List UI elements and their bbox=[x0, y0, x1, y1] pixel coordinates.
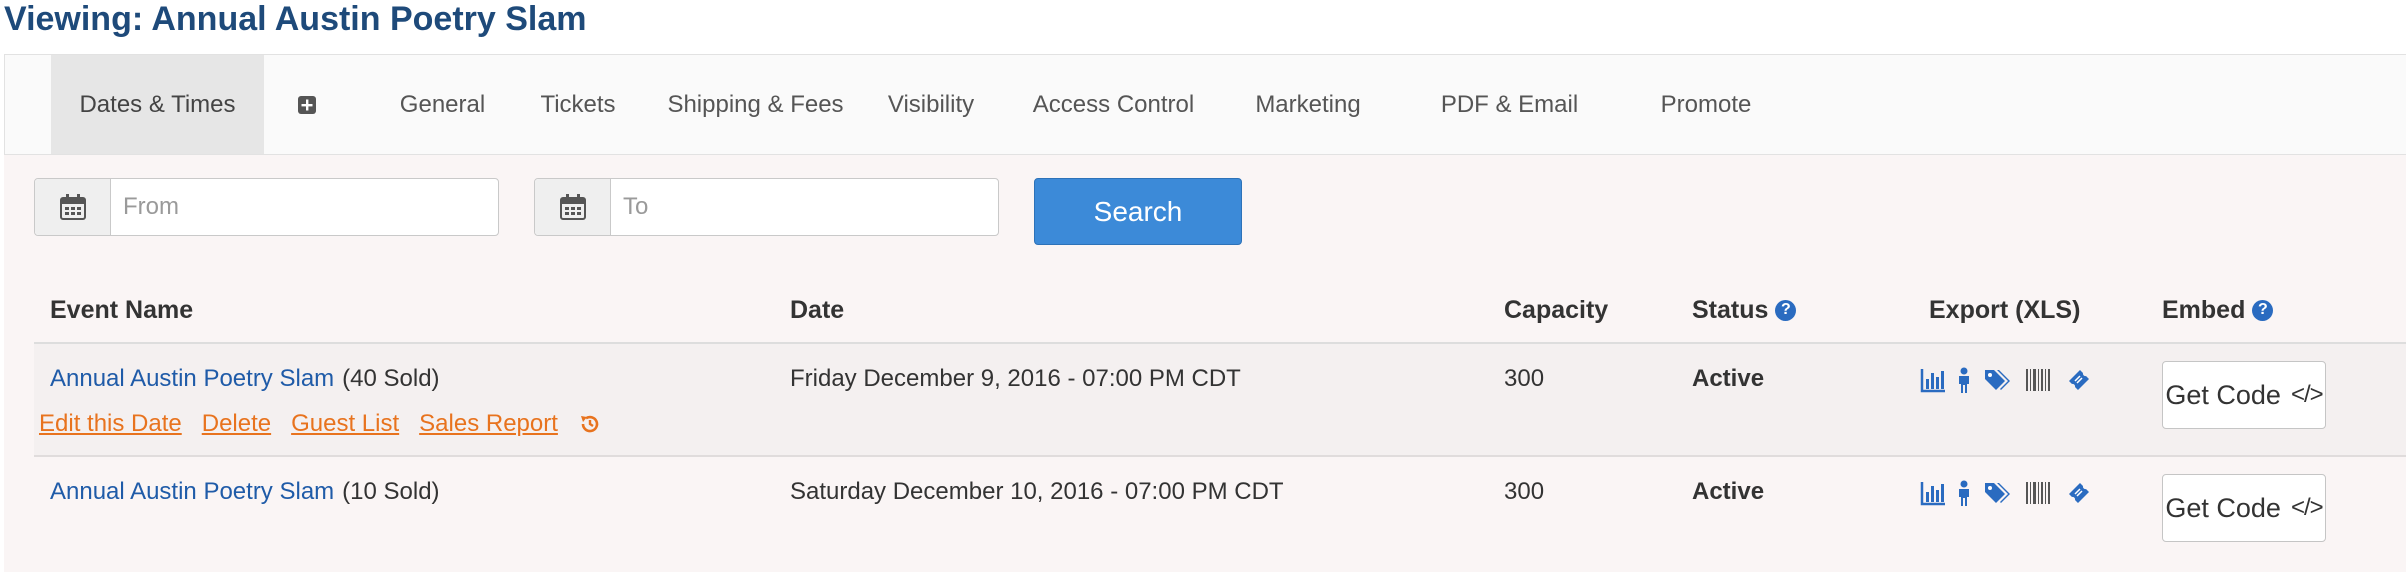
export-icons bbox=[1920, 478, 2092, 508]
sold-count: (40 Sold) bbox=[342, 365, 440, 392]
status-badge: Active bbox=[1692, 478, 1765, 505]
event-name-cell: Annual Austin Poetry Slam (10 Sold) bbox=[50, 476, 440, 508]
export-icons bbox=[1920, 365, 2092, 395]
to-date-input[interactable] bbox=[611, 179, 998, 235]
column-header-status: Status ? bbox=[1692, 292, 1797, 328]
edit-date-link[interactable]: Edit this Date bbox=[39, 408, 182, 440]
embed-help-icon[interactable]: ? bbox=[2252, 299, 2274, 321]
tab-bar-spacer bbox=[5, 55, 51, 154]
date-cell: Friday December 9, 2016 - 07:00 PM CDT bbox=[790, 365, 1241, 392]
tab-marketing[interactable]: Marketing bbox=[1255, 55, 1361, 154]
tab-promote[interactable]: Promote bbox=[1658, 55, 1754, 154]
tab-general[interactable]: General bbox=[350, 55, 535, 154]
table-row bbox=[34, 457, 2406, 572]
search-button[interactable]: Search bbox=[1034, 178, 1242, 245]
get-code-label: Get Code bbox=[2165, 492, 2281, 523]
delete-link[interactable]: Delete bbox=[202, 408, 271, 440]
column-header-export: Export (XLS) bbox=[1929, 296, 2081, 324]
column-header-capacity: Capacity bbox=[1504, 296, 1609, 324]
event-name-link[interactable]: Annual Austin Poetry Slam bbox=[50, 478, 334, 505]
to-calendar-button[interactable] bbox=[535, 179, 611, 235]
tab-tickets[interactable]: Tickets bbox=[535, 55, 621, 154]
code-icon: </> bbox=[2290, 494, 2324, 521]
row-action-links: Edit this Date Delete Guest List Sales R… bbox=[39, 408, 602, 440]
tab-add-date[interactable] bbox=[264, 55, 350, 154]
person-icon[interactable] bbox=[1955, 367, 1973, 393]
from-date-field bbox=[34, 178, 499, 236]
tab-bar: Dates & Times General Tickets Shipping &… bbox=[4, 54, 2406, 155]
sales-report-link[interactable]: Sales Report bbox=[419, 408, 558, 440]
history-icon[interactable] bbox=[578, 412, 602, 436]
tab-pdf-email[interactable]: PDF & Email bbox=[1361, 55, 1658, 154]
tab-shipping-fees[interactable]: Shipping & Fees bbox=[621, 55, 890, 154]
event-name-cell: Annual Austin Poetry Slam (40 Sold) bbox=[50, 363, 440, 395]
column-header-embed: Embed ? bbox=[2162, 292, 2274, 328]
tab-dates-times[interactable]: Dates & Times bbox=[51, 55, 264, 154]
calendar-icon bbox=[558, 192, 588, 222]
barcode-icon[interactable] bbox=[2025, 480, 2051, 506]
ticket-icon[interactable] bbox=[2066, 480, 2092, 506]
ticket-icon[interactable] bbox=[2066, 367, 2092, 393]
column-header-date: Date bbox=[790, 296, 845, 324]
capacity-cell: 300 bbox=[1504, 478, 1545, 505]
to-date-field bbox=[534, 178, 999, 236]
from-date-input[interactable] bbox=[111, 179, 498, 235]
get-code-button[interactable]: Get Code </> bbox=[2162, 361, 2326, 429]
guest-list-link[interactable]: Guest List bbox=[291, 408, 399, 440]
get-code-label: Get Code bbox=[2165, 379, 2281, 410]
status-header-label: Status bbox=[1692, 296, 1769, 324]
event-name-link[interactable]: Annual Austin Poetry Slam bbox=[50, 365, 334, 392]
from-calendar-button[interactable] bbox=[35, 179, 111, 235]
bar-chart-icon[interactable] bbox=[1920, 480, 1946, 506]
sold-count: (10 Sold) bbox=[342, 478, 440, 505]
get-code-button[interactable]: Get Code </> bbox=[2162, 474, 2326, 542]
status-badge: Active bbox=[1692, 365, 1765, 392]
barcode-icon[interactable] bbox=[2025, 367, 2051, 393]
code-icon: </> bbox=[2290, 381, 2324, 408]
date-cell: Saturday December 10, 2016 - 07:00 PM CD… bbox=[790, 478, 1284, 505]
bar-chart-icon[interactable] bbox=[1920, 367, 1946, 393]
tags-icon[interactable] bbox=[1983, 367, 2011, 393]
add-date-icon bbox=[297, 95, 317, 115]
column-header-event-name: Event Name bbox=[50, 296, 194, 324]
capacity-cell: 300 bbox=[1504, 365, 1545, 392]
tags-icon[interactable] bbox=[1983, 480, 2011, 506]
page-title: Viewing: Annual Austin Poetry Slam bbox=[4, 0, 587, 38]
tab-visibility[interactable]: Visibility bbox=[888, 55, 974, 154]
embed-header-label: Embed bbox=[2162, 296, 2246, 324]
tab-access-control[interactable]: Access Control bbox=[972, 55, 1255, 154]
calendar-icon bbox=[58, 192, 88, 222]
status-help-icon[interactable]: ? bbox=[1775, 299, 1797, 321]
person-icon[interactable] bbox=[1955, 480, 1973, 506]
